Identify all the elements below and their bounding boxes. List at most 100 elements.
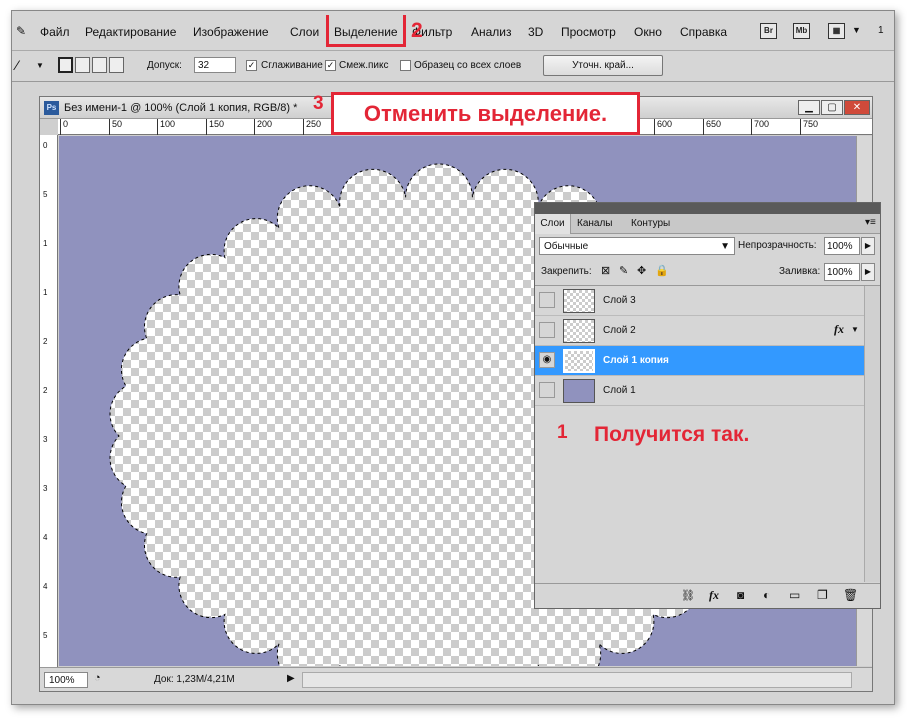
visibility-toggle[interactable] — [539, 292, 555, 308]
tolerance-input[interactable]: 32 — [194, 57, 236, 73]
menu-image[interactable]: Изображение — [193, 25, 269, 39]
annotation-number-2: 2 — [411, 19, 423, 42]
tab-layers[interactable]: Слои — [535, 214, 571, 234]
ruler-left-label: 4 — [43, 582, 48, 591]
status-menu-arrow-icon[interactable]: ▶ — [287, 673, 295, 684]
add-selection-icon[interactable] — [75, 57, 90, 73]
options-bar: ⁄ ▼ Допуск: 32 ✓ Сглаживание ✓ Смеж.пикс… — [12, 51, 894, 82]
chevron-down-icon[interactable]: ▼ — [852, 25, 861, 35]
visibility-toggle[interactable] — [539, 322, 555, 338]
opacity-arrow-icon[interactable]: ▶ — [861, 237, 875, 255]
fx-icon[interactable]: fx — [834, 322, 844, 337]
contiguous-checkbox[interactable]: ✓ — [325, 60, 336, 71]
magic-wand-icon[interactable]: ⁄ — [16, 57, 18, 73]
ruler-top-label: 700 — [751, 119, 769, 135]
horizontal-scrollbar[interactable] — [302, 672, 852, 688]
fill-arrow-icon[interactable]: ▶ — [861, 263, 875, 281]
menu-layers[interactable]: Слои — [290, 25, 319, 39]
status-options-icon[interactable]: ◔ — [94, 672, 101, 684]
new-group-icon[interactable]: ▭ — [789, 588, 800, 602]
zoom-level-partial: 1 — [878, 25, 884, 36]
minimize-button[interactable]: ▁ — [798, 100, 820, 115]
lock-label: Закрепить: — [541, 266, 592, 277]
panel-footer: ⛓ fx ◙ ◐ ▭ ❐ 🗑 — [535, 583, 880, 608]
zoom-field[interactable]: 100% — [44, 672, 88, 688]
visibility-toggle[interactable] — [539, 382, 555, 398]
add-mask-icon[interactable]: ◙ — [737, 588, 744, 602]
tool-preset-chevron-icon[interactable]: ▼ — [36, 61, 44, 70]
ruler-left-label: 2 — [43, 386, 48, 395]
ruler-top-label: 250 — [303, 119, 321, 135]
layers-scrollbar[interactable] — [864, 286, 880, 582]
antialias-checkbox[interactable]: ✓ — [246, 60, 257, 71]
ruler-left-label: 4 — [43, 533, 48, 542]
menu-edit[interactable]: Редактирование — [85, 25, 176, 39]
close-button[interactable]: ✕ — [844, 100, 870, 115]
doc-info: Док: 1,23M/4,21M — [154, 674, 235, 685]
trash-icon[interactable]: 🗑 — [843, 588, 858, 602]
ruler-left-label: 5 — [43, 190, 48, 199]
ruler-vertical: 0 5 1 1 2 2 3 3 4 4 5 — [40, 135, 58, 667]
layer-row-3[interactable]: Слой 3 — [535, 286, 864, 316]
layer-row-2[interactable]: Слой 2 fx ▼ — [535, 316, 864, 346]
ruler-left-label: 3 — [43, 435, 48, 444]
ruler-top-label: 50 — [109, 119, 122, 135]
lock-transparent-icon[interactable]: ⊠ — [601, 264, 610, 277]
opacity-label: Непрозрачность: — [738, 240, 817, 251]
tolerance-label: Допуск: — [147, 60, 182, 71]
panel-menu-icon[interactable]: ▾≡ — [865, 217, 876, 228]
menu-3d[interactable]: 3D — [528, 25, 543, 39]
annotation-number-3: 3 — [313, 93, 324, 114]
layer-row-1-copy[interactable]: ◉ Слой 1 копия — [535, 346, 864, 376]
ruler-top-label: 0 — [60, 119, 68, 135]
refine-edge-button[interactable]: Уточн. край... — [543, 55, 663, 76]
lock-pixels-icon[interactable]: ✎ — [619, 264, 628, 277]
bridge-button[interactable]: Br — [760, 23, 777, 39]
panel-tabs: Слои Каналы Контуры ▾≡ — [535, 214, 880, 234]
ruler-left-label: 5 — [43, 631, 48, 640]
antialias-label: Сглаживание — [261, 60, 323, 71]
add-style-fx-icon[interactable]: fx — [709, 588, 719, 603]
layer-name: Слой 1 — [603, 385, 636, 396]
new-layer-icon[interactable]: ❐ — [817, 588, 828, 602]
menu-analysis[interactable]: Анализ — [471, 25, 512, 39]
layer-thumbnail — [563, 289, 595, 313]
ruler-left-label: 1 — [43, 239, 48, 248]
maximize-button[interactable]: ▢ — [821, 100, 843, 115]
blend-mode-select[interactable]: Обычные ▼ — [539, 237, 735, 255]
intersect-selection-icon[interactable] — [109, 57, 124, 73]
menu-help[interactable]: Справка — [680, 25, 727, 39]
visibility-eye-icon[interactable]: ◉ — [539, 352, 555, 368]
ruler-top-label: 600 — [654, 119, 672, 135]
menu-view[interactable]: Просмотр — [561, 25, 616, 39]
screen-mode-icon[interactable]: ▦ — [828, 23, 845, 39]
menu-file[interactable]: Файл — [40, 25, 70, 39]
brush-tool-icon[interactable]: ✎ — [16, 24, 26, 38]
layer-thumbnail — [563, 349, 595, 373]
ruler-top-label: 100 — [157, 119, 175, 135]
fill-input[interactable]: 100% — [824, 263, 860, 281]
menu-bar: ✎ Файл Редактирование Изображение Слои В… — [12, 11, 894, 51]
annotation-text-3: Отменить выделение. — [363, 100, 608, 126]
expand-effects-icon[interactable]: ▼ — [851, 325, 859, 334]
menu-window[interactable]: Окно — [634, 25, 662, 39]
layer-name: Слой 1 копия — [603, 355, 669, 366]
opacity-input[interactable]: 100% — [824, 237, 860, 255]
lock-all-icon[interactable]: 🔒 — [655, 264, 669, 277]
adjustment-layer-icon[interactable]: ◐ — [763, 588, 770, 602]
subtract-selection-icon[interactable] — [92, 57, 107, 73]
lock-position-icon[interactable]: ✥ — [637, 264, 646, 277]
mini-bridge-button[interactable]: Mb — [793, 23, 810, 39]
ruler-top-label: 150 — [206, 119, 224, 135]
link-layers-icon[interactable]: ⛓ — [681, 589, 695, 602]
tab-channels[interactable]: Каналы — [577, 218, 613, 229]
ruler-left-label: 0 — [43, 141, 48, 150]
tab-paths[interactable]: Контуры — [631, 218, 670, 229]
panel-header[interactable] — [535, 203, 880, 214]
layer-row-1[interactable]: Слой 1 — [535, 376, 864, 406]
new-selection-icon[interactable] — [58, 57, 73, 73]
sample-all-layers-checkbox[interactable] — [400, 60, 411, 71]
ruler-top-label: 750 — [800, 119, 818, 135]
ruler-left-label: 1 — [43, 288, 48, 297]
ps-badge-icon: Ps — [44, 101, 59, 115]
